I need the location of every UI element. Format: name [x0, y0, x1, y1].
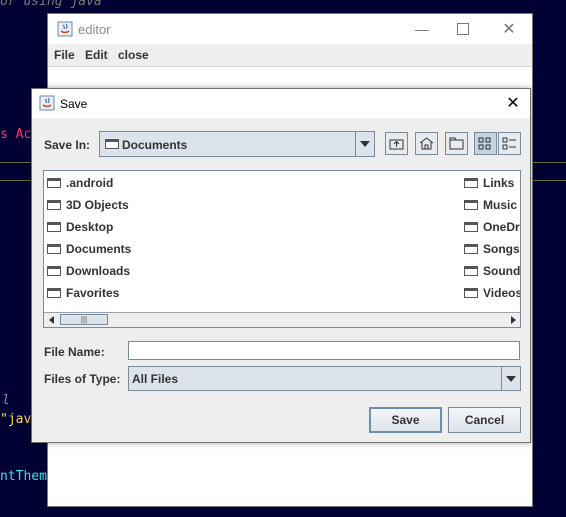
list-item[interactable]: OneDr — [464, 218, 520, 236]
folder-icon — [464, 200, 478, 210]
folder-icon — [47, 288, 61, 298]
folder-icon — [464, 244, 478, 254]
dialog-title: Save — [60, 97, 88, 111]
files-of-type-combo[interactable]: All Files — [128, 366, 521, 391]
scrollbar-thumb[interactable]: ||| — [60, 314, 108, 325]
list-item[interactable]: Music — [464, 196, 517, 214]
bg-yellow-text: "jav — [0, 412, 32, 427]
new-folder-button[interactable] — [445, 132, 468, 155]
list-item[interactable]: Desktop — [47, 218, 113, 236]
details-view-button[interactable] — [498, 132, 521, 155]
save-in-label: Save In: — [44, 138, 91, 152]
scroll-left-icon[interactable] — [45, 314, 57, 325]
close-icon[interactable]: ✕ — [497, 18, 521, 40]
folder-icon — [47, 266, 61, 276]
folder-icon — [464, 266, 478, 276]
list-item[interactable]: Videos — [464, 284, 520, 302]
file-name-label: File Name: — [44, 345, 105, 359]
horizontal-scrollbar[interactable]: ||| — [44, 312, 520, 327]
list-item[interactable]: Sound — [464, 262, 520, 280]
dialog-titlebar[interactable]: Save ✕ — [32, 89, 530, 118]
up-one-level-icon — [389, 139, 404, 150]
minimize-icon[interactable]: — — [410, 18, 434, 40]
details-view-icon — [502, 137, 516, 150]
folder-icon — [47, 244, 61, 254]
cancel-button[interactable]: Cancel — [448, 407, 521, 433]
save-in-value: Documents — [122, 138, 188, 152]
menu-close[interactable]: close — [118, 48, 149, 62]
folder-icon — [105, 139, 119, 149]
list-item[interactable]: 3D Objects — [47, 196, 129, 214]
list-item[interactable]: Downloads — [47, 262, 130, 280]
list-view-button[interactable] — [474, 132, 497, 155]
up-one-level-button[interactable] — [385, 132, 408, 155]
chevron-down-icon[interactable] — [501, 367, 520, 390]
folder-icon — [464, 222, 478, 232]
home-icon — [419, 137, 434, 150]
file-name-field[interactable] — [128, 341, 520, 360]
home-button[interactable] — [415, 132, 438, 155]
editor-menubar: File Edit close — [48, 44, 532, 67]
list-item[interactable]: Links — [464, 174, 514, 192]
list-item[interactable]: Documents — [47, 240, 131, 258]
menu-file[interactable]: File — [54, 48, 75, 62]
folder-icon — [47, 200, 61, 210]
bg-red-text: s Ac — [0, 127, 32, 142]
editor-titlebar[interactable]: editor — ✕ — [48, 14, 532, 44]
chevron-down-icon[interactable] — [355, 132, 374, 156]
folder-icon — [47, 222, 61, 232]
save-button[interactable]: Save — [369, 407, 442, 433]
file-list[interactable]: .android 3D Objects Desktop Documents Do… — [43, 170, 521, 328]
folder-icon — [47, 178, 61, 188]
files-of-type-value: All Files — [132, 372, 179, 386]
menu-edit[interactable]: Edit — [85, 48, 108, 62]
list-item[interactable]: Favorites — [47, 284, 119, 302]
files-of-type-label: Files of Type: — [44, 372, 121, 386]
folder-icon — [464, 178, 478, 188]
new-folder-icon — [449, 137, 464, 150]
maximize-icon[interactable] — [451, 18, 475, 40]
close-icon[interactable]: ✕ — [502, 93, 524, 113]
bg-italic: l — [2, 393, 10, 408]
list-item[interactable]: .android — [47, 174, 113, 192]
bg-comment: or using java — [0, 0, 102, 9]
save-dialog: Save ✕ Save In: Documents .android 3D Ob… — [31, 88, 531, 443]
folder-icon — [464, 288, 478, 298]
list-item[interactable]: Songs — [464, 240, 520, 258]
java-icon — [39, 95, 55, 111]
save-in-combo[interactable]: Documents — [99, 131, 375, 157]
list-view-icon — [478, 137, 491, 150]
editor-title: editor — [78, 22, 111, 37]
scroll-right-icon[interactable] — [507, 314, 519, 325]
java-icon — [57, 21, 73, 37]
